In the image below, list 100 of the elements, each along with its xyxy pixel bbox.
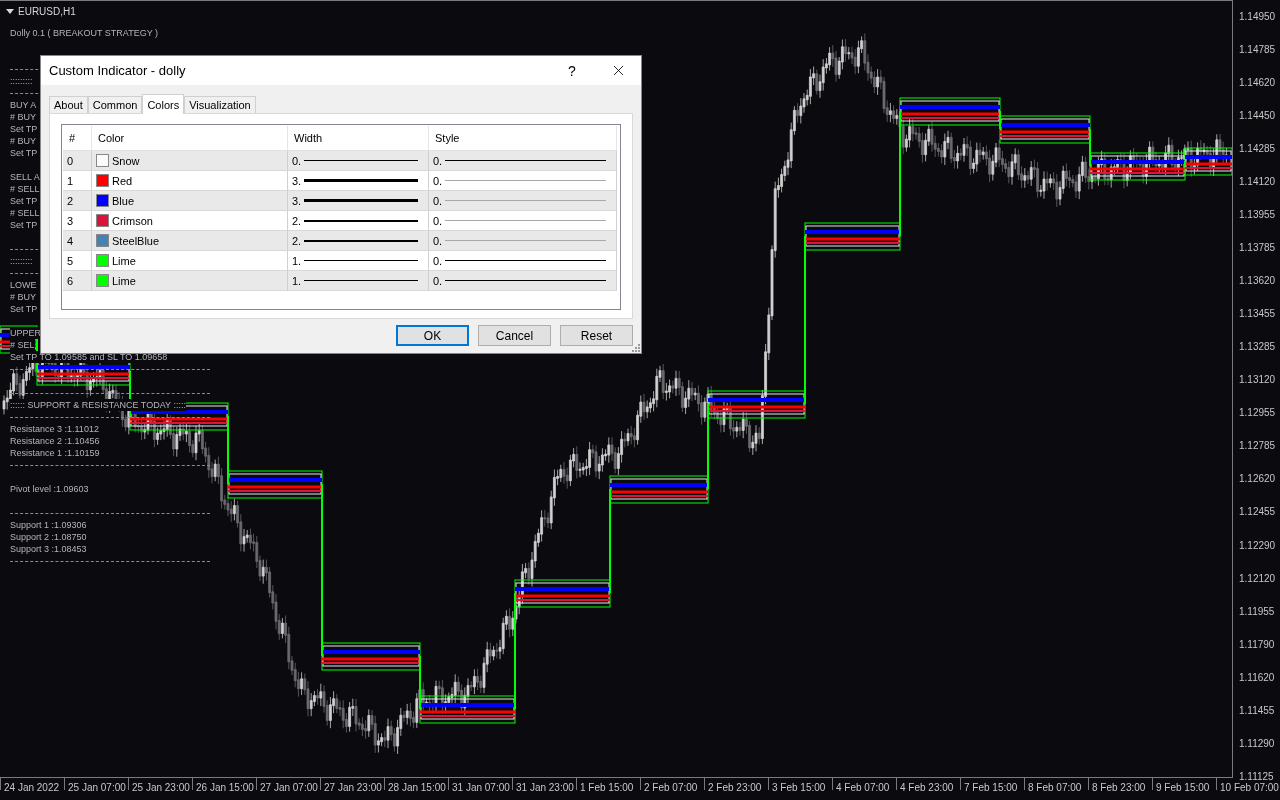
price-label: 1.12120 bbox=[1239, 572, 1277, 585]
time-label: 25 Jan 23:00 bbox=[128, 778, 192, 790]
indicator-text: # SEL bbox=[10, 339, 35, 351]
indicator-text: LOWE bbox=[10, 279, 37, 291]
time-label: 1 Feb 15:00 bbox=[576, 778, 640, 790]
tab[interactable]: About bbox=[49, 96, 88, 113]
style-value: 0. bbox=[433, 274, 443, 287]
color-name: Lime bbox=[112, 274, 136, 287]
time-label: 26 Jan 15:00 bbox=[192, 778, 256, 790]
row-index: 0 bbox=[67, 154, 74, 167]
tab[interactable]: Colors bbox=[142, 94, 185, 114]
indicator-text: Support 1 :1.09306 bbox=[10, 519, 87, 531]
color-name: SteelBlue bbox=[112, 234, 160, 247]
price-label: 1.13455 bbox=[1239, 308, 1277, 321]
style-value: 0. bbox=[433, 154, 443, 167]
time-label: 31 Jan 07:00 bbox=[448, 778, 512, 790]
price-label: 1.14450 bbox=[1239, 110, 1277, 123]
time-label: 28 Jan 15:00 bbox=[384, 778, 448, 790]
indicator-text: Dolly 0.1 ( BREAKOUT STRATEGY ) bbox=[10, 27, 159, 39]
row-index: 1 bbox=[67, 174, 74, 187]
color-swatch[interactable] bbox=[96, 274, 109, 287]
dropdown-triangle-icon[interactable] bbox=[6, 9, 14, 14]
indicator-text: Resistance 1 :1.10159 bbox=[10, 447, 100, 459]
time-label: 27 Jan 07:00 bbox=[256, 778, 320, 790]
color-swatch[interactable] bbox=[96, 194, 109, 207]
color-name: Blue bbox=[112, 194, 135, 207]
style-line[interactable] bbox=[445, 279, 606, 282]
style-value: 0. bbox=[433, 174, 443, 187]
style-line[interactable] bbox=[445, 159, 606, 162]
indicator-text: # BUY bbox=[10, 135, 36, 147]
dialog-button[interactable]: Cancel bbox=[478, 325, 551, 346]
indicator-text: UPPER bbox=[10, 327, 41, 339]
width-value: 2. bbox=[292, 234, 302, 247]
price-label: 1.14120 bbox=[1239, 176, 1277, 189]
tab[interactable]: Common bbox=[87, 96, 143, 113]
width-value: 3. bbox=[292, 174, 302, 187]
width-value: 1. bbox=[292, 274, 302, 287]
help-button[interactable]: ? bbox=[549, 56, 595, 85]
time-label: 2 Feb 07:00 bbox=[640, 778, 704, 790]
indicator-text: # BUY bbox=[10, 291, 36, 303]
price-label: 1.13285 bbox=[1239, 341, 1277, 354]
indicator-text: SELL A bbox=[10, 171, 40, 183]
price-label: 1.14285 bbox=[1239, 143, 1277, 156]
color-name: Snow bbox=[112, 154, 140, 167]
price-label: 1.14785 bbox=[1239, 44, 1277, 57]
color-swatch[interactable] bbox=[96, 174, 109, 187]
time-label: 2 Feb 23:00 bbox=[704, 778, 768, 790]
indicator-text: Set TP bbox=[10, 147, 38, 159]
color-swatch[interactable] bbox=[96, 154, 109, 167]
indicator-text: Resistance 3 :1.11012 bbox=[10, 423, 99, 435]
dialog-button[interactable]: OK bbox=[396, 325, 469, 346]
price-label: 1.12955 bbox=[1239, 407, 1277, 420]
indicator-text: # BUY bbox=[10, 111, 36, 123]
color-swatch[interactable] bbox=[96, 214, 109, 227]
style-value: 0. bbox=[433, 254, 443, 267]
indicator-text: Support 2 :1.08750 bbox=[10, 531, 87, 543]
time-label: 4 Feb 23:00 bbox=[896, 778, 960, 790]
tab[interactable]: Visualization bbox=[184, 96, 256, 113]
style-value: 0. bbox=[433, 234, 443, 247]
indicator-text: Pivot level :1.09603 bbox=[10, 483, 89, 495]
row-index: 6 bbox=[67, 274, 74, 287]
color-swatch[interactable] bbox=[96, 234, 109, 247]
time-label: 3 Feb 15:00 bbox=[768, 778, 832, 790]
width-value: 1. bbox=[292, 254, 302, 267]
price-label: 1.12785 bbox=[1239, 440, 1277, 453]
time-label: 27 Jan 23:00 bbox=[320, 778, 384, 790]
price-label: 1.14950 bbox=[1239, 11, 1277, 23]
indicator-text: Support 3 :1.08453 bbox=[10, 543, 87, 555]
price-label: 1.11290 bbox=[1239, 737, 1276, 750]
price-label: 1.12290 bbox=[1239, 539, 1277, 552]
indicator-text: Set TP bbox=[10, 219, 38, 231]
price-label: 1.14620 bbox=[1239, 77, 1277, 90]
indicator-text: Set TP bbox=[10, 123, 38, 135]
row-index: 2 bbox=[67, 194, 74, 207]
indicator-text: :::::: SUPPORT & RESISTANCE TODAY ::::: bbox=[10, 399, 186, 411]
indicator-text: # SELL bbox=[10, 207, 40, 219]
width-value: 0. bbox=[292, 154, 302, 167]
width-line[interactable] bbox=[304, 239, 418, 242]
style-line[interactable] bbox=[445, 259, 606, 262]
row-index: 4 bbox=[67, 234, 74, 247]
color-swatch[interactable] bbox=[96, 254, 109, 267]
time-label: 4 Feb 07:00 bbox=[832, 778, 896, 790]
price-label: 1.13785 bbox=[1239, 242, 1277, 255]
row-index: 3 bbox=[67, 214, 74, 227]
dialog-button[interactable]: Reset bbox=[560, 325, 633, 346]
indicator-text: Set TP bbox=[10, 303, 38, 315]
width-value: 3. bbox=[292, 194, 302, 207]
style-value: 0. bbox=[433, 194, 443, 207]
price-label: 1.13620 bbox=[1239, 275, 1277, 288]
width-line[interactable] bbox=[304, 219, 418, 222]
time-label: 31 Jan 23:00 bbox=[512, 778, 576, 790]
resize-grip-icon[interactable] bbox=[632, 344, 640, 352]
price-label: 1.11455 bbox=[1239, 704, 1276, 717]
style-value: 0. bbox=[433, 214, 443, 227]
indicator-text: BUY A bbox=[10, 99, 37, 111]
price-label: 1.13955 bbox=[1239, 209, 1277, 222]
dialog-title: Custom Indicator - dolly bbox=[49, 63, 187, 78]
price-label: 1.11955 bbox=[1239, 605, 1276, 618]
chart-symbol: EURUSD,H1 bbox=[18, 6, 76, 17]
time-label: 24 Jan 2022 bbox=[0, 778, 64, 790]
